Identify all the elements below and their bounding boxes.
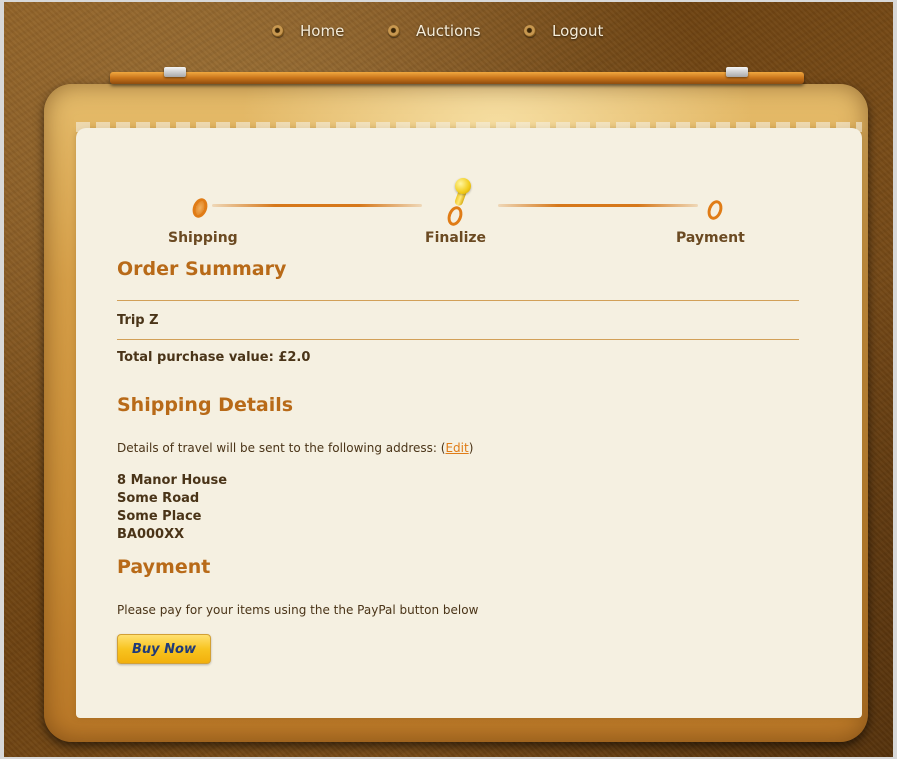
- divider: [117, 300, 799, 301]
- pushpin-icon: [455, 178, 471, 194]
- shipping-details-heading: Shipping Details: [117, 394, 294, 416]
- frame-edge: [893, 0, 897, 759]
- paypal-buy-now-button[interactable]: Buy Now: [117, 634, 211, 664]
- step-label-payment: Payment: [676, 230, 745, 246]
- rail-clip-left: [164, 67, 186, 77]
- nav-item-auctions[interactable]: Auctions: [388, 22, 481, 40]
- rail-clip-right: [726, 67, 748, 77]
- shipping-intro: Details of travel will be sent to the fo…: [117, 441, 473, 455]
- address-line: BA000XX: [117, 527, 185, 542]
- shipping-intro-text: Details of travel will be sent to the fo…: [117, 441, 446, 455]
- step-label-finalize: Finalize: [425, 230, 487, 246]
- nav-bullet-icon: [388, 25, 400, 37]
- shipping-address: 8 Manor House Some Road Some Place BA000…: [117, 472, 227, 544]
- payment-heading: Payment: [117, 556, 211, 578]
- nav-auctions-link[interactable]: Auctions: [416, 22, 481, 40]
- nav-item-home[interactable]: Home: [272, 22, 344, 40]
- order-item-name: Trip Z: [117, 313, 159, 328]
- checkout-steps: Shipping Finalize Payment: [100, 176, 800, 256]
- step-connector: [498, 204, 698, 207]
- address-line: Some Road: [117, 491, 200, 506]
- order-summary-heading: Order Summary: [117, 258, 287, 280]
- top-nav: Home Auctions Logout: [0, 18, 897, 48]
- nav-logout-link[interactable]: Logout: [552, 22, 603, 40]
- frame-edge: [0, 0, 4, 759]
- step-label-shipping: Shipping: [168, 230, 238, 246]
- nav-home-link[interactable]: Home: [300, 22, 344, 40]
- nav-item-logout[interactable]: Logout: [524, 22, 603, 40]
- step-ring-icon: [445, 204, 465, 228]
- step-connector: [212, 204, 422, 207]
- step-complete-icon: [190, 196, 210, 220]
- payment-instructions: Please pay for your items using the the …: [117, 603, 479, 617]
- address-line: 8 Manor House: [117, 473, 228, 488]
- divider: [117, 339, 799, 340]
- nav-bullet-icon: [524, 25, 536, 37]
- order-total: Total purchase value: £2.0: [117, 350, 311, 365]
- frame-edge: [0, 0, 897, 2]
- hanging-rail: [110, 72, 804, 84]
- shipping-intro-end: ): [468, 441, 474, 455]
- step-ring-icon: [705, 198, 725, 222]
- address-line: Some Place: [117, 509, 202, 524]
- nav-bullet-icon: [272, 25, 284, 37]
- edit-address-link[interactable]: Edit: [445, 441, 468, 455]
